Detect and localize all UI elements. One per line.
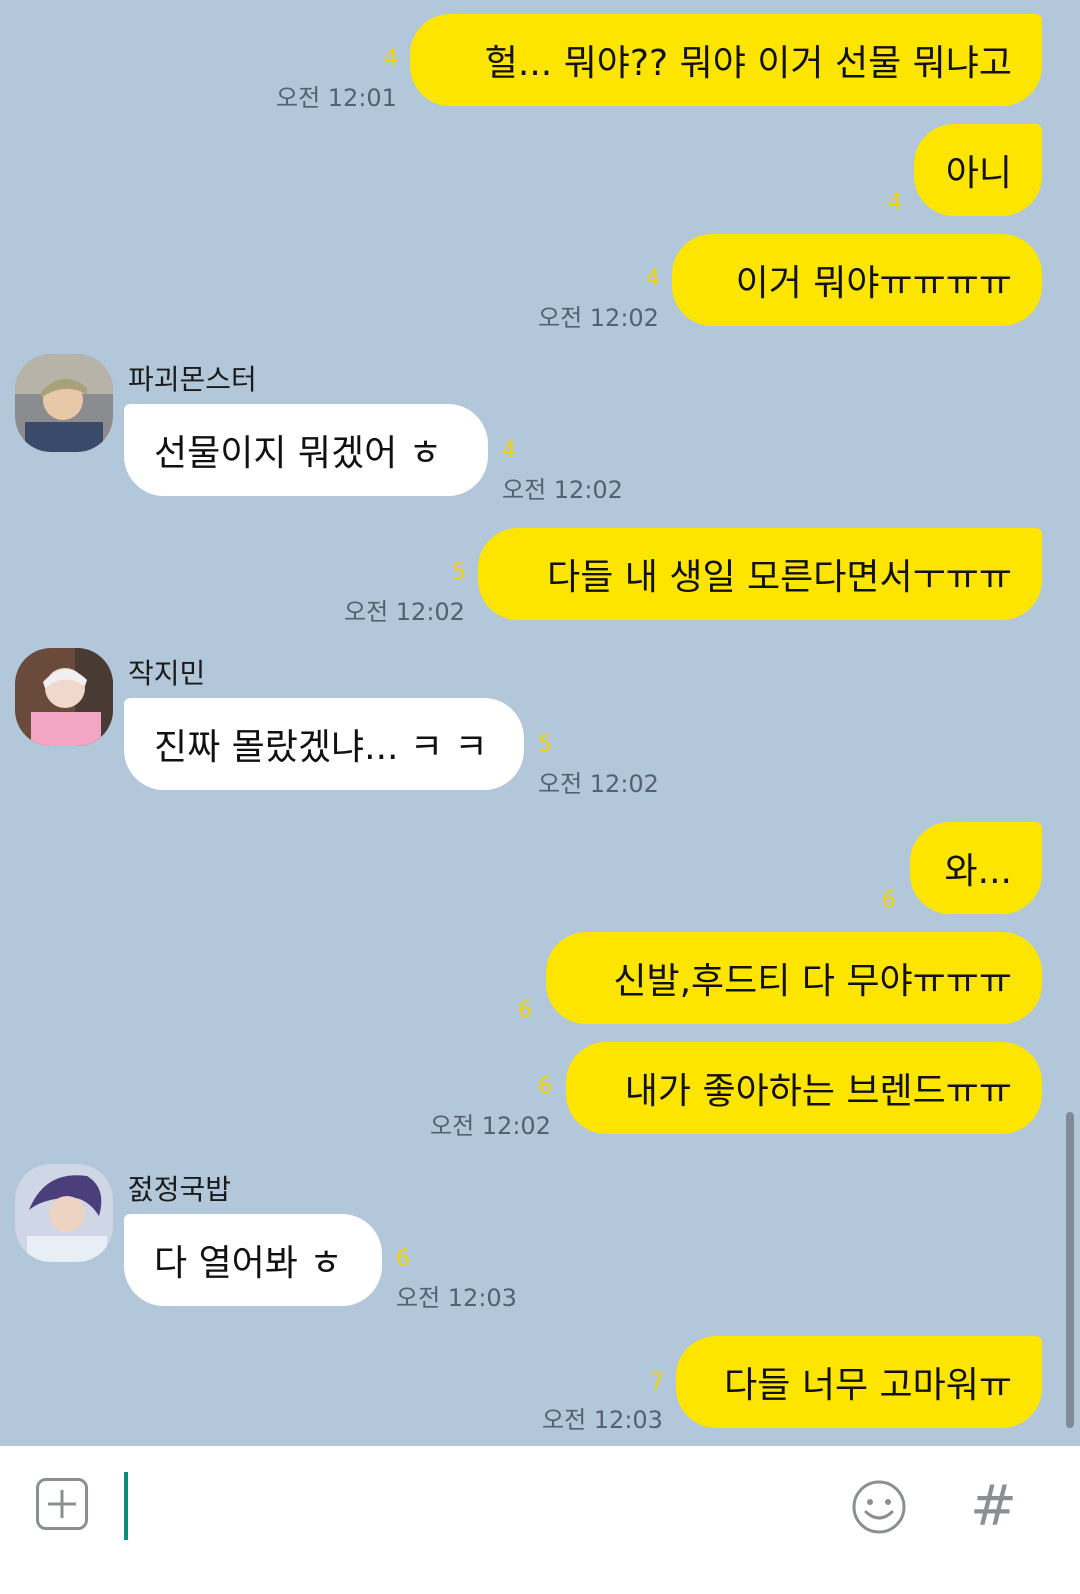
my-message-bubble[interactable]: 이거 뭐야ㅠㅠㅠㅠ [672, 234, 1042, 326]
read-count: 4 [502, 438, 516, 463]
read-count: 4 [384, 46, 398, 71]
read-count: 7 [650, 1370, 664, 1395]
sender-name: 파괴몬스터 [128, 363, 257, 396]
message-input-bar: # [0, 1446, 1080, 1594]
read-count: 6 [538, 1074, 552, 1099]
message-time: 오전 12:02 [344, 598, 465, 626]
message-time: 오전 12:02 [538, 770, 659, 798]
my-message-bubble[interactable]: 헐... 뭐야?? 뭐야 이거 선물 뭐냐고 [410, 14, 1042, 106]
add-attachment-button[interactable] [36, 1478, 88, 1530]
my-message-bubble[interactable]: 다들 너무 고마워ㅠ [676, 1336, 1042, 1428]
profile-photo-icon [15, 354, 113, 452]
read-count: 4 [888, 190, 902, 215]
profile-photo-icon [15, 648, 113, 746]
avatar[interactable] [15, 354, 113, 452]
message-time: 오전 12:02 [430, 1112, 551, 1140]
read-count: 5 [538, 732, 552, 757]
their-message-bubble[interactable]: 다 열어봐 ㅎ [124, 1214, 382, 1306]
emoticon-button[interactable] [850, 1478, 908, 1536]
my-message-bubble[interactable]: 다들 내 생일 모른다면서ㅜㅠㅠ [478, 528, 1042, 620]
hashtag-search-button[interactable]: # [970, 1474, 1017, 1539]
chat-area[interactable]: 4 오전 12:01 헐... 뭐야?? 뭐야 이거 선물 뭐냐고 아니 4 4… [0, 0, 1080, 1466]
read-count: 6 [518, 998, 532, 1023]
message-input-field[interactable] [124, 1472, 128, 1540]
message-time: 오전 12:03 [542, 1406, 663, 1434]
avatar[interactable] [15, 648, 113, 746]
scrollbar[interactable] [1066, 1112, 1074, 1428]
my-message-bubble[interactable]: 와... [910, 822, 1042, 914]
their-message-bubble[interactable]: 선물이지 뭐겠어 ㅎ [124, 404, 488, 496]
their-message-bubble[interactable]: 진짜 몰랐겠냐... ㅋ ㅋ [124, 698, 524, 790]
smiley-icon [852, 1480, 906, 1534]
read-count: 5 [452, 560, 466, 585]
avatar[interactable] [15, 1164, 113, 1262]
sender-name: 작지민 [128, 657, 206, 690]
message-time: 오전 12:02 [538, 304, 659, 332]
my-message-bubble[interactable]: 내가 좋아하는 브렌드ㅠㅠ [566, 1042, 1042, 1134]
read-count: 6 [882, 888, 896, 913]
message-time: 오전 12:01 [276, 84, 397, 112]
message-time: 오전 12:02 [502, 476, 623, 504]
read-count: 4 [646, 266, 660, 291]
my-message-bubble[interactable]: 신발,후드티 다 무야ㅠㅠㅠ [546, 932, 1042, 1024]
message-time: 오전 12:03 [396, 1284, 517, 1312]
profile-photo-icon [15, 1164, 113, 1262]
my-message-bubble[interactable]: 아니 [914, 124, 1042, 216]
sender-name: 젌정국밥 [128, 1173, 232, 1206]
read-count: 6 [396, 1246, 410, 1271]
